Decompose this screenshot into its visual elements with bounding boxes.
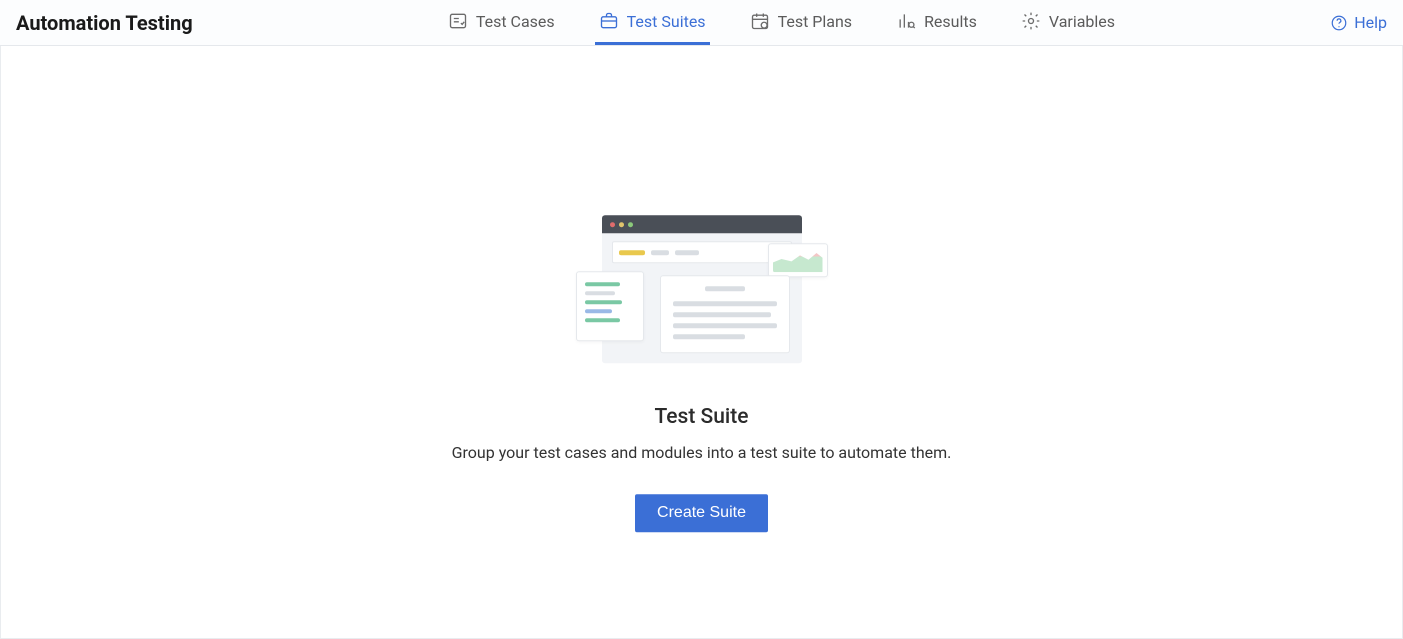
help-link[interactable]: Help (1330, 13, 1387, 32)
empty-state-title: Test Suite (382, 405, 1022, 429)
primary-nav: Test Cases Test Suites Test Plans (233, 0, 1331, 45)
tab-variables[interactable]: Variables (1017, 0, 1119, 45)
briefcase-icon (599, 11, 619, 31)
tab-results[interactable]: Results (892, 0, 981, 45)
tab-test-suites[interactable]: Test Suites (595, 0, 710, 45)
help-icon (1330, 14, 1348, 32)
page-title: Automation Testing (16, 11, 193, 35)
calendar-icon (750, 11, 770, 31)
nav-label: Test Plans (778, 12, 853, 31)
bar-chart-icon (896, 11, 916, 31)
empty-state-description: Group your test cases and modules into a… (382, 443, 1022, 462)
main-content: Test Suite Group your test cases and mod… (0, 46, 1403, 639)
help-label: Help (1354, 13, 1387, 32)
nav-label: Test Cases (476, 12, 555, 31)
tab-test-plans[interactable]: Test Plans (746, 0, 857, 45)
nav-label: Test Suites (627, 12, 706, 31)
nav-label: Variables (1049, 12, 1115, 31)
gear-icon (1021, 11, 1041, 31)
nav-label: Results (924, 12, 977, 31)
create-suite-button[interactable]: Create Suite (635, 494, 768, 532)
tab-test-cases[interactable]: Test Cases (444, 0, 559, 45)
empty-state: Test Suite Group your test cases and mod… (382, 215, 1022, 532)
header-bar: Automation Testing Test Cases Test Su (0, 0, 1403, 46)
empty-state-illustration (582, 215, 822, 375)
list-check-icon (448, 11, 468, 31)
